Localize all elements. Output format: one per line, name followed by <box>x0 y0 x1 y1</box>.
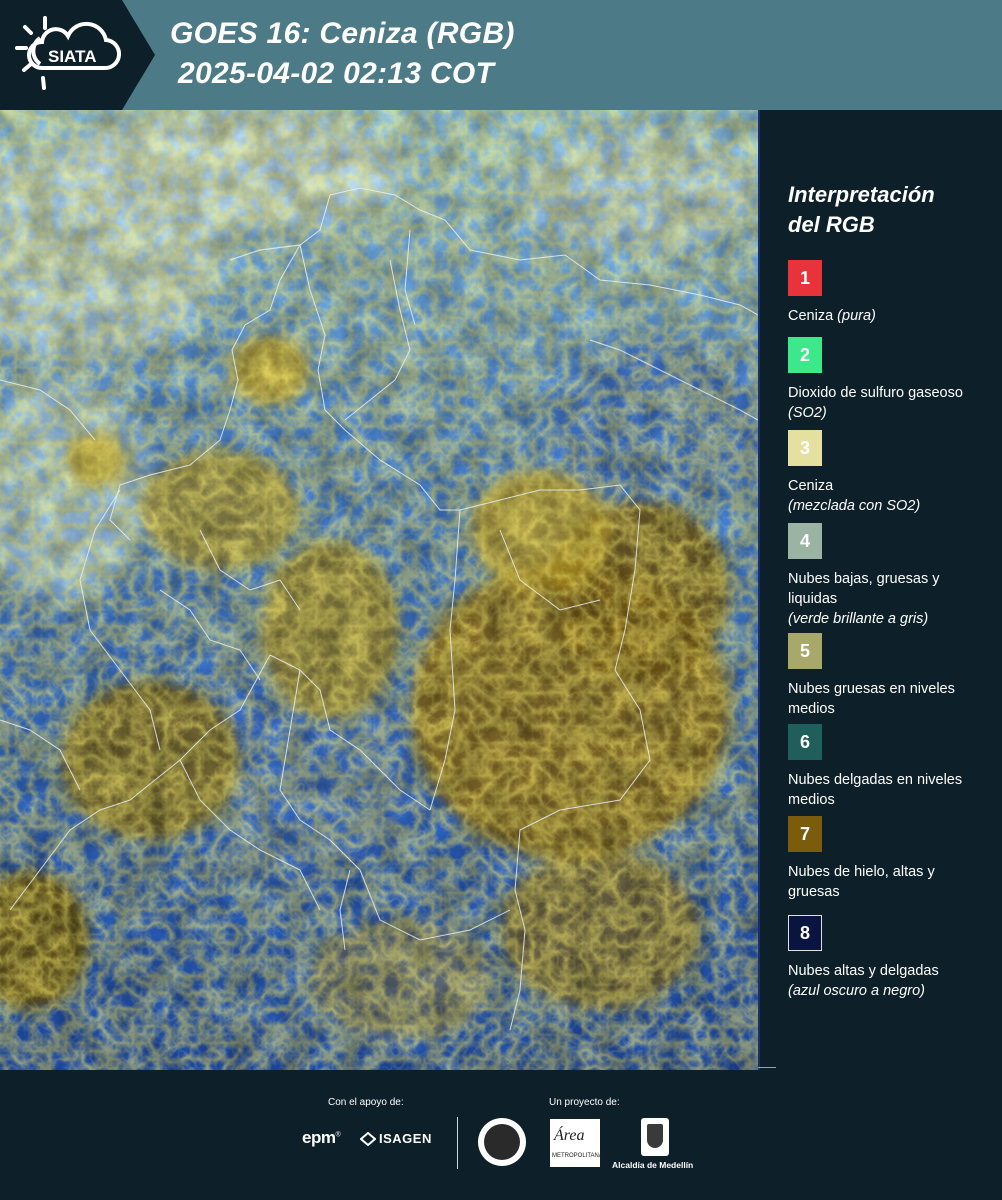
legend-item-5: 5 Nubes gruesas en niveles medios <box>788 633 988 719</box>
legend-item-2: 2 Dioxido de sulfuro gaseoso (SO2) <box>788 337 988 423</box>
epm-logo-text: epm <box>302 1128 336 1147</box>
area-metropolitana-logo: Área METROPOLITANA <box>550 1119 603 1167</box>
title-timestamp: 2025-04-02 02:13 COT <box>178 57 495 90</box>
legend-title-line1: Interpretación <box>788 182 935 207</box>
siata-logo: SIATA <box>0 0 155 110</box>
legend-label-8: Nubes altas y delgadas (azul oscuro a neg… <box>788 963 939 999</box>
legend-label-1: Ceniza (pura) <box>788 308 876 324</box>
isagen-logo-text: ISAGEN <box>379 1131 432 1146</box>
legend-swatch-8: 8 <box>788 915 822 951</box>
area-logo-text: Área <box>554 1127 585 1144</box>
legend-swatch-7: 7 <box>788 816 822 852</box>
satellite-map <box>0 110 758 1070</box>
legend-item-1: 1 Ceniza (pura) <box>788 260 988 326</box>
footer-divider <box>758 1067 776 1068</box>
university-seal-logo <box>478 1118 526 1166</box>
title-product: GOES 16: Ceniza (RGB) <box>170 17 515 50</box>
legend-item-6: 6 Nubes delgadas en niveles medios <box>788 724 988 810</box>
legend-item-8: 8 Nubes altas y delgadas (azul oscuro a n… <box>788 915 988 1001</box>
legend-swatch-1: 1 <box>788 260 822 296</box>
area-logo-subtext: METROPOLITANA <box>552 1153 603 1159</box>
legend-swatch-3: 3 <box>788 430 822 466</box>
legend-item-7: 7 Nubes de hielo, altas y gruesas <box>788 816 988 902</box>
footer-separator <box>457 1117 458 1169</box>
epm-logo: epm® <box>302 1128 341 1147</box>
legend-label-5: Nubes gruesas en niveles medios <box>788 681 955 717</box>
page-title: GOES 16: Ceniza (RGB) 2025-04-02 02:13 C… <box>170 14 515 94</box>
legend-item-3: 3 Ceniza (mezclada con SO2) <box>788 430 988 516</box>
legend-label-4: Nubes bajas, gruesas y liquidas (verde br… <box>788 571 940 627</box>
support-label: Con el apoyo de: <box>328 1097 404 1108</box>
isagen-mark-icon <box>360 1131 376 1146</box>
legend-title-line2: del RGB <box>788 212 875 237</box>
ash-rgb-image <box>0 110 758 1070</box>
isagen-logo: ISAGEN <box>360 1131 432 1146</box>
header-bar: SIATA GOES 16: Ceniza (RGB) 2025-04-02 0… <box>0 0 1002 110</box>
legend-swatch-4: 4 <box>788 523 822 559</box>
alcaldia-label: Alcaldía de Medellín <box>612 1160 694 1170</box>
siata-logo-text: SIATA <box>48 47 96 66</box>
legend-label-6: Nubes delgadas en niveles medios <box>788 772 963 808</box>
legend-label-2: Dioxido de sulfuro gaseoso (SO2) <box>788 385 963 421</box>
project-label: Un proyecto de: <box>549 1097 620 1108</box>
legend-label-3: Ceniza (mezclada con SO2) <box>788 478 921 514</box>
legend-label-7: Nubes de hielo, altas y gruesas <box>788 864 935 900</box>
legend-swatch-5: 5 <box>788 633 822 669</box>
legend-item-4: 4 Nubes bajas, gruesas y liquidas (verde … <box>788 523 988 629</box>
legend-title: Interpretación del RGB <box>788 180 935 240</box>
alcaldia-shield-logo <box>641 1118 669 1156</box>
legend-swatch-6: 6 <box>788 724 822 760</box>
legend-swatch-2: 2 <box>788 337 822 373</box>
legend-panel: Interpretación del RGB 1 Ceniza (pura) 2… <box>760 110 1002 1070</box>
